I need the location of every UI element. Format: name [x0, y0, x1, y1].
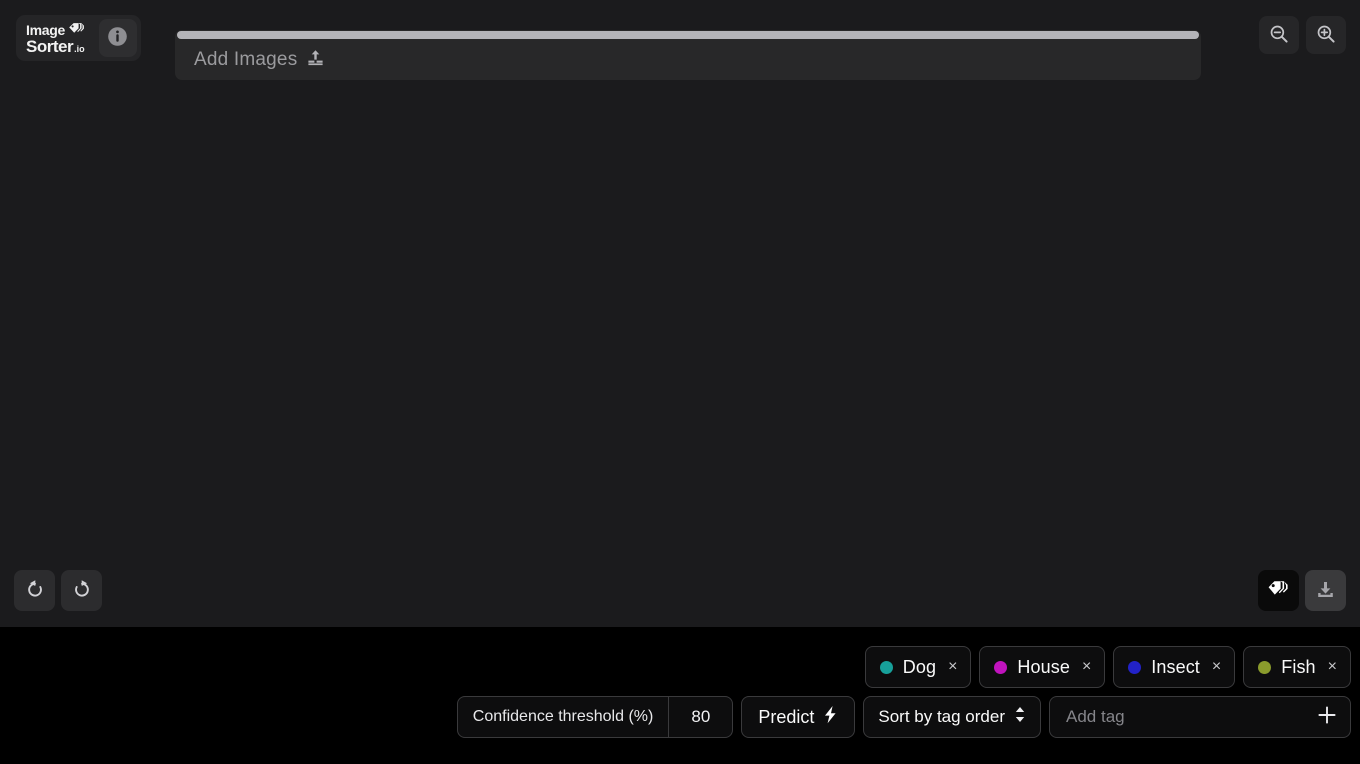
tags-icon — [1267, 579, 1291, 602]
brand-cluster: Image Sorter .io — [16, 15, 141, 62]
zoom-out-button[interactable] — [1259, 16, 1299, 54]
tag-label: Dog — [902, 656, 937, 677]
tag-color-dot — [879, 660, 893, 674]
history-controls — [14, 570, 102, 611]
info-circle-icon — [107, 26, 128, 50]
undo-button[interactable] — [14, 570, 55, 611]
tag-color-dot — [1128, 660, 1142, 674]
panel-toggles — [1258, 570, 1346, 611]
prediction-controls: Confidence threshold (%) Predict Sort by… — [456, 696, 1351, 738]
add-tag-group — [1049, 696, 1351, 738]
predict-button-label: Predict — [758, 706, 815, 727]
logo-line-sorter: Sorter .io — [26, 36, 85, 56]
add-tag-button[interactable] — [1309, 705, 1337, 730]
undo-icon — [24, 578, 46, 603]
app-logo[interactable]: Image Sorter .io — [20, 19, 93, 57]
logo-word-image: Image — [26, 21, 65, 38]
tag-color-dot — [1258, 660, 1272, 674]
image-workspace[interactable]: Image Sorter .io Add Images — [0, 0, 1360, 627]
logo-word-sorter: Sorter — [26, 36, 74, 56]
download-button[interactable] — [1305, 570, 1346, 611]
logo-word-tld: .io — [74, 43, 85, 54]
up-down-chevron-icon — [1014, 706, 1026, 728]
download-icon — [1315, 579, 1336, 603]
zoom-in-button[interactable] — [1306, 16, 1346, 54]
zoom-controls — [1259, 16, 1346, 54]
tags-panel-toggle-button[interactable] — [1258, 570, 1299, 611]
app-root: Image Sorter .io Add Images Dog × House … — [0, 0, 1360, 764]
tag-list: Dog × House × Insect × Fish × — [864, 646, 1351, 688]
sort-order-select[interactable]: Sort by tag order — [863, 696, 1041, 738]
add-images-label: Add Images — [194, 49, 298, 70]
plus-icon — [1317, 705, 1337, 730]
redo-button[interactable] — [61, 570, 102, 611]
confidence-threshold-input[interactable] — [669, 697, 733, 737]
dropzone-scrollbar[interactable] — [177, 31, 1199, 39]
tag-chip[interactable]: Dog × — [864, 646, 972, 688]
tag-label: Insect — [1151, 656, 1200, 677]
tag-chip[interactable]: Fish × — [1243, 646, 1351, 688]
tag-toolbar: Dog × House × Insect × Fish × Confidence… — [0, 627, 1360, 764]
tag-chip[interactable]: House × — [979, 646, 1106, 688]
remove-tag-icon[interactable]: × — [1328, 659, 1337, 675]
tag-label: Fish — [1281, 656, 1316, 677]
lightning-bolt-icon — [823, 705, 838, 729]
zoom-out-icon — [1269, 24, 1289, 47]
zoom-in-icon — [1316, 24, 1336, 47]
predict-button[interactable]: Predict — [741, 696, 856, 738]
logo-wordmark: Image Sorter .io — [26, 21, 85, 56]
dropzone-label-group: Add Images — [194, 48, 325, 72]
remove-tag-icon[interactable]: × — [1212, 659, 1221, 675]
tag-chip[interactable]: Insect × — [1113, 646, 1236, 688]
confidence-threshold-group: Confidence threshold (%) — [456, 696, 734, 738]
tag-label: House — [1017, 656, 1070, 677]
info-button[interactable] — [98, 19, 137, 58]
add-images-dropzone[interactable]: Add Images — [175, 30, 1201, 80]
tag-color-dot — [994, 660, 1008, 674]
remove-tag-icon[interactable]: × — [1082, 659, 1091, 675]
redo-icon — [71, 578, 93, 603]
upload-icon — [306, 48, 325, 72]
sort-order-label: Sort by tag order — [878, 707, 1005, 726]
add-tag-input[interactable] — [1066, 707, 1309, 727]
remove-tag-icon[interactable]: × — [948, 659, 957, 675]
confidence-threshold-label: Confidence threshold (%) — [472, 708, 654, 725]
